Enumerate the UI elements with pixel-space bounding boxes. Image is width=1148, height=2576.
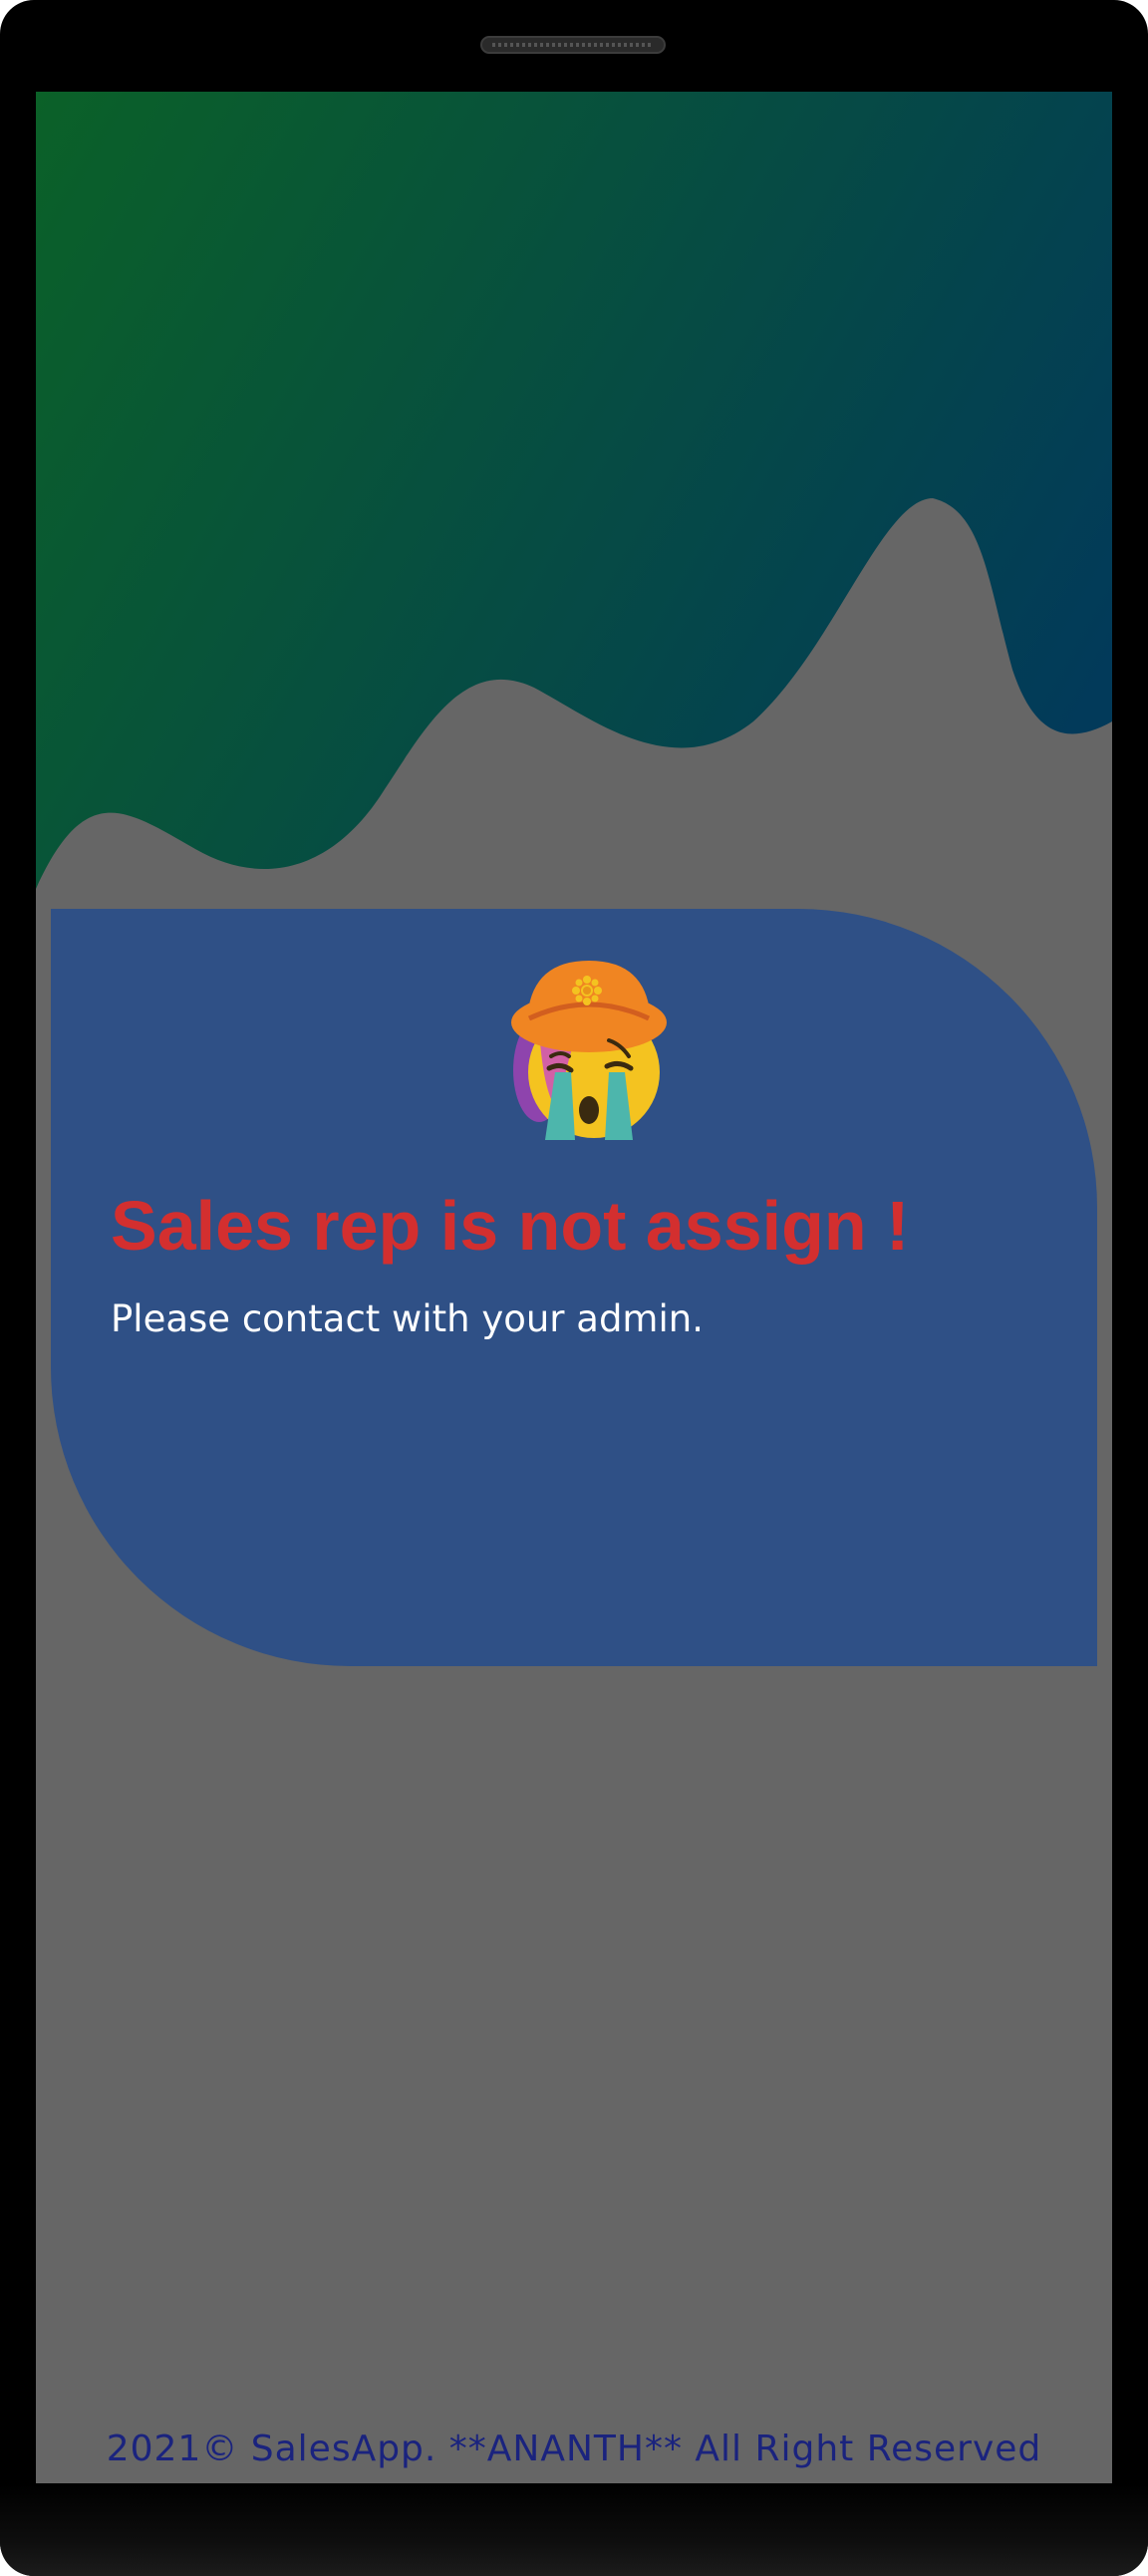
crying-face-icon [511, 961, 667, 1140]
alert-card: Sales rep is not assign ! Please contact… [51, 909, 1097, 1666]
alert-title: Sales rep is not assign ! [111, 1187, 910, 1265]
copyright-footer: 2021© SalesApp. **ANANTH** All Right Res… [106, 2429, 1042, 2469]
phone-frame: Sales rep is not assign ! Please contact… [0, 0, 1148, 2576]
alert-message: Please contact with your admin. [111, 1297, 704, 1340]
bottom-bezel [0, 2484, 1148, 2576]
speaker-grille [480, 36, 666, 54]
app-screen: Sales rep is not assign ! Please contact… [36, 92, 1112, 2483]
